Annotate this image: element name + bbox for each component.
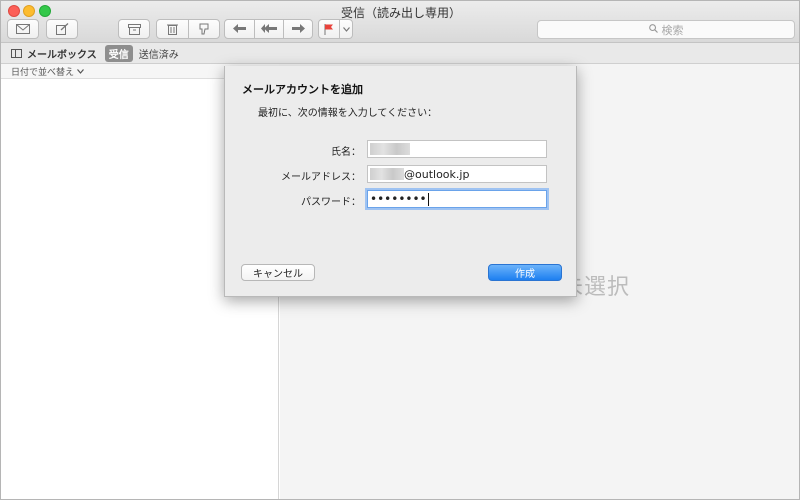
forward-icon <box>291 24 305 34</box>
sidebar-toggle-icon[interactable] <box>11 48 22 58</box>
name-label: 氏名： <box>331 147 361 158</box>
reply-all-icon <box>261 24 277 34</box>
flag-menu-button[interactable] <box>339 19 353 39</box>
flag-button[interactable] <box>318 19 340 39</box>
email-label: メールアドレス： <box>281 172 361 183</box>
cancel-button[interactable]: キャンセル <box>241 264 315 281</box>
password-row: パスワード： •••••••• <box>225 190 578 210</box>
archive-button[interactable] <box>118 19 150 39</box>
dialog-subtitle: 最初に、次の情報を入力してください： <box>258 108 438 119</box>
favorites-bar: メールボックス 受信 送信済み <box>1 43 799 64</box>
sort-label: 日付で並べ替え <box>11 67 75 78</box>
add-account-dialog: メールアカウントを追加 最初に、次の情報を入力してください： 氏名： メールアド… <box>224 66 577 297</box>
compose-button[interactable] <box>46 19 78 39</box>
password-label: パスワード： <box>301 197 361 208</box>
sent-favorite[interactable]: 送信済み <box>139 46 179 61</box>
trash-icon <box>167 23 178 35</box>
search-field[interactable]: 検索 <box>537 20 795 39</box>
mail-window: 受信（読み出し専用） 検索 メールボックス 受信 送信済み 日付で並べ替え 未選… <box>0 0 800 500</box>
mailboxes-button[interactable]: メールボックス <box>27 46 97 61</box>
flag-icon <box>324 23 334 35</box>
envelope-icon <box>16 24 30 34</box>
reply-button[interactable] <box>224 19 255 39</box>
delete-button[interactable] <box>156 19 189 39</box>
compose-icon <box>55 23 69 35</box>
create-button[interactable]: 作成 <box>488 264 562 281</box>
text-caret <box>427 192 429 206</box>
password-value: •••••••• <box>370 192 427 206</box>
chevron-down-icon <box>77 67 84 76</box>
name-field[interactable] <box>367 140 547 158</box>
reply-all-button[interactable] <box>254 19 284 39</box>
chevron-down-icon <box>342 26 350 32</box>
inbox-favorite[interactable]: 受信 <box>104 44 133 62</box>
redacted-email-user <box>370 168 404 180</box>
password-field[interactable]: •••••••• <box>367 190 547 208</box>
email-field[interactable]: @outlook.jp <box>367 165 547 183</box>
junk-icon <box>198 23 210 35</box>
toolbar: 受信（読み出し専用） 検索 <box>1 1 799 43</box>
reply-icon <box>233 24 246 34</box>
email-row: メールアドレス： @outlook.jp <box>225 165 578 185</box>
redacted-name <box>370 143 410 155</box>
forward-button[interactable] <box>283 19 313 39</box>
archive-icon <box>127 23 141 35</box>
email-value: @outlook.jp <box>404 167 470 181</box>
search-placeholder: 検索 <box>661 23 684 37</box>
dialog-title: メールアカウントを追加 <box>242 83 363 96</box>
junk-button[interactable] <box>188 19 220 39</box>
search-icon <box>648 23 658 36</box>
name-row: 氏名： <box>225 140 578 160</box>
get-mail-button[interactable] <box>7 19 39 39</box>
